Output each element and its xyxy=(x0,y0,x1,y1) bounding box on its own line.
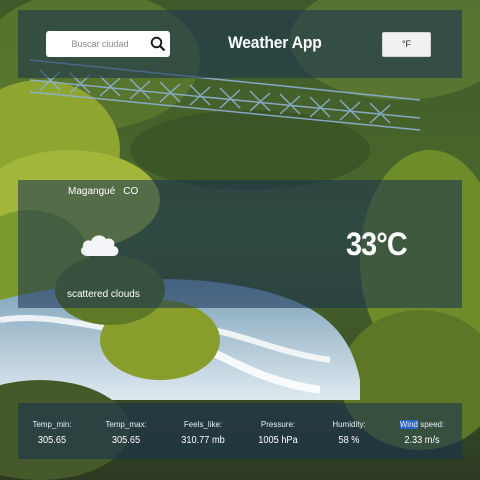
stat-temp-max: Temp_max: 305.65 xyxy=(86,420,166,446)
country-code: CO xyxy=(123,186,139,197)
temperature: 33°C xyxy=(346,226,408,262)
stat-label: Feels_like: xyxy=(183,420,223,429)
search-box[interactable] xyxy=(46,31,170,57)
stat-label-rest: speed: xyxy=(417,420,445,429)
city-name: Magangué xyxy=(68,186,116,197)
location: Magangué CO xyxy=(68,186,138,197)
stat-label-highlight: Wind xyxy=(399,420,418,429)
stat-feels-like: Feels_like: 310.77 mb xyxy=(163,420,243,446)
stat-label: Humidity: xyxy=(332,420,366,429)
app-title: Weather App xyxy=(228,33,322,52)
cloud-icon xyxy=(80,235,119,256)
stat-wind-speed: Wind speed: 2.33 m/s xyxy=(382,420,462,446)
stat-label: Wind speed: xyxy=(382,420,462,429)
stat-temp-min: Temp_min: 305.65 xyxy=(12,420,92,446)
stat-humidity: Humidity: 58 % xyxy=(309,420,389,446)
stat-pressure: Pressure: 1005 hPa xyxy=(238,420,318,446)
stat-label: Temp_max: xyxy=(105,420,147,429)
weather-condition: scattered clouds xyxy=(67,289,140,300)
stat-value: 305.65 xyxy=(111,435,141,446)
stat-value: 305.65 xyxy=(37,435,67,446)
stat-label: Pressure: xyxy=(260,420,296,429)
search-input[interactable] xyxy=(46,32,146,56)
stat-value: 310.77 mb xyxy=(181,435,225,446)
stat-label: Temp_min: xyxy=(32,420,72,429)
stat-value: 1005 hPa xyxy=(258,435,298,446)
stat-value: 58 % xyxy=(338,435,360,446)
stat-value: 2.33 m/s xyxy=(404,435,440,446)
search-icon[interactable] xyxy=(150,36,166,52)
unit-toggle-button[interactable]: °F xyxy=(382,32,431,57)
